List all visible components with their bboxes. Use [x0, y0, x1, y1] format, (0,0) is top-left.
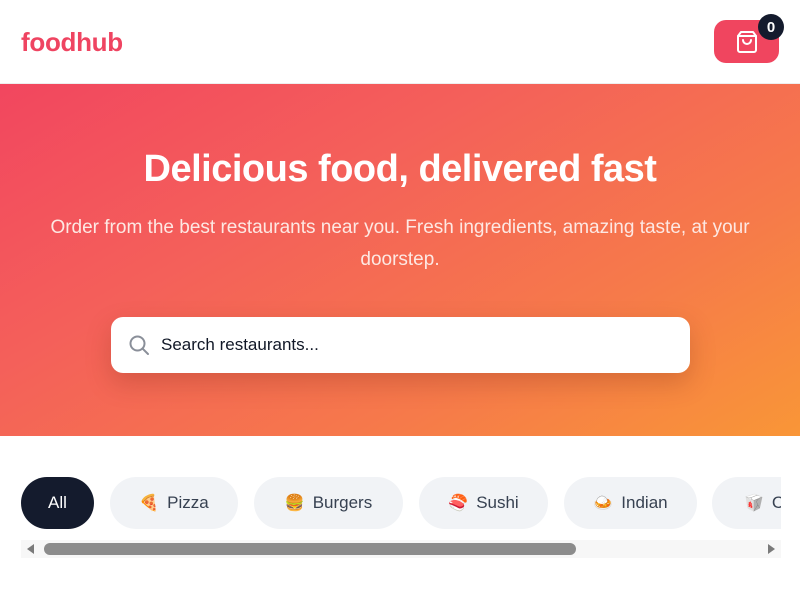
top-header: foodhub 0 — [0, 0, 800, 84]
scroll-left-arrow-icon[interactable] — [27, 544, 34, 554]
burger-icon: 🍔 — [284, 495, 305, 512]
pizza-icon: 🍕 — [139, 495, 160, 512]
scrollbar-thumb[interactable] — [44, 543, 576, 555]
sushi-icon: 🍣 — [448, 495, 469, 512]
search-input[interactable] — [161, 327, 671, 363]
category-label: Sushi — [476, 493, 519, 512]
category-chip-sushi[interactable]: 🍣 Sushi — [419, 477, 548, 529]
shopping-bag-icon — [736, 30, 757, 53]
scroll-right-arrow-icon[interactable] — [768, 544, 775, 554]
search-icon — [129, 335, 149, 355]
category-chip-indian[interactable]: 🍛 Indian — [564, 477, 697, 529]
takeout-box-icon: 🥡 — [744, 495, 764, 512]
category-chip-pizza[interactable]: 🍕 Pizza — [110, 477, 238, 529]
cart-count-badge: 0 — [758, 14, 784, 40]
category-chip-all[interactable]: All — [21, 477, 94, 529]
hero-title: Delicious food, delivered fast — [143, 148, 657, 190]
category-chip-burgers[interactable]: 🍔 Burgers — [254, 477, 403, 529]
search-box[interactable] — [111, 317, 690, 373]
page: foodhub 0 Delicious food, delivered fast… — [0, 0, 800, 600]
hero-subtitle: Order from the best restaurants near you… — [50, 217, 750, 270]
category-label: Burgers — [312, 493, 373, 512]
hero-section: Delicious food, delivered fast Order fro… — [0, 84, 800, 436]
category-chip-chinese[interactable]: 🥡 C — [712, 477, 781, 529]
category-filter-bar: All 🍕 Pizza 🍔 Burgers 🍣 Sushi 🍛 Indian 🥡… — [21, 477, 781, 529]
category-label: Indian — [621, 493, 668, 512]
category-label: Pizza — [167, 493, 209, 512]
category-label: C — [771, 493, 781, 512]
logo[interactable]: foodhub — [21, 27, 123, 58]
category-scrollbar[interactable] — [21, 540, 781, 558]
curry-icon: 🍛 — [593, 495, 614, 512]
category-label: All — [48, 493, 67, 512]
